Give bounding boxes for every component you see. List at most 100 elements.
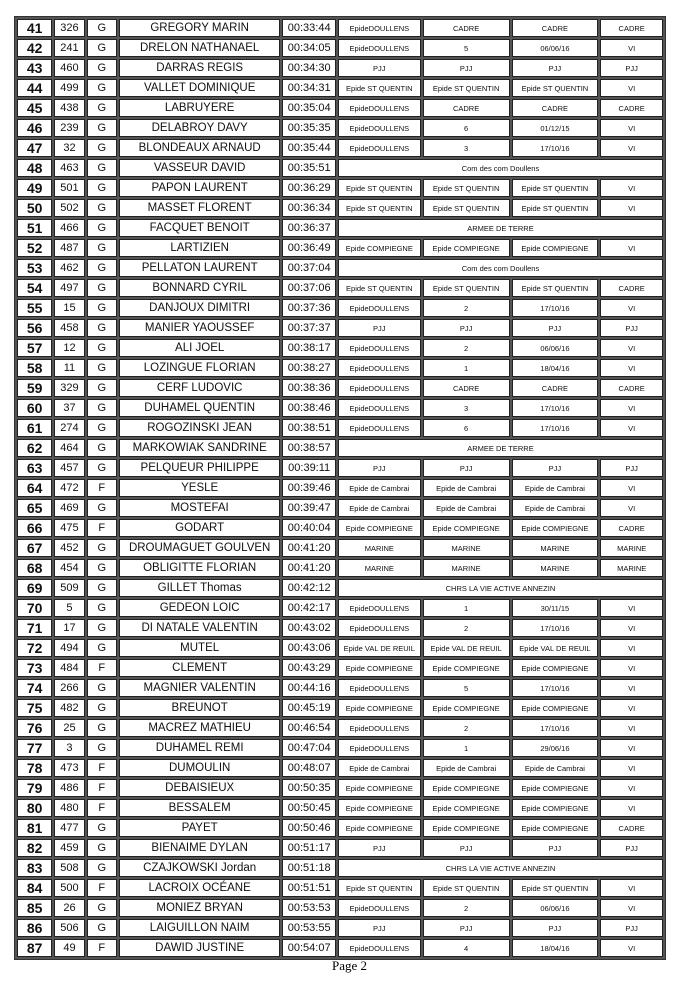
finish-time: 00:47:04 [282, 739, 336, 757]
date: Epide de Cambrai [511, 499, 599, 517]
category: VI [600, 799, 663, 817]
category: PJJ [600, 919, 663, 937]
runner-name: PELLATON LAURENT [118, 259, 281, 277]
sex: G [86, 399, 117, 417]
runner-name: CLEMENT [118, 659, 281, 677]
category: PJJ [600, 839, 663, 857]
date: Epide de Cambrai [511, 759, 599, 777]
rank: 84 [17, 879, 53, 897]
date: 17/10/16 [511, 619, 599, 637]
table-row: 53 462 G PELLATON LAURENT 00:37:04 Com des co… [17, 259, 663, 277]
bib-number: 494 [54, 639, 85, 657]
organization: Epide COMPIEGNE [337, 779, 421, 797]
table-row: 76 25 G MACREZ MATHIEU 00:46:54 EpideDOULLENS… [17, 719, 663, 737]
bib-number: 458 [54, 319, 85, 337]
group: CADRE [422, 99, 510, 117]
table-row: 71 17 G DI NATALE VALENTIN 00:43:02 EpideDOUL… [17, 619, 663, 637]
bib-number: 26 [54, 899, 85, 917]
runner-name: LOZINGUE FLORIAN [118, 359, 281, 377]
rank: 83 [17, 859, 53, 877]
date: 29/06/16 [511, 739, 599, 757]
category: VI [600, 359, 663, 377]
table-row: 51 466 G FACQUET BENOIT 00:36:37 ARMEE DE TER… [17, 219, 663, 237]
rank: 59 [17, 379, 53, 397]
bib-number: 482 [54, 699, 85, 717]
bib-number: 11 [54, 359, 85, 377]
runner-name: GEDEON LOIC [118, 599, 281, 617]
rank: 87 [17, 939, 53, 957]
bib-number: 460 [54, 59, 85, 77]
bib-number: 5 [54, 599, 85, 617]
finish-time: 00:38:27 [282, 359, 336, 377]
rank: 78 [17, 759, 53, 777]
table-row: 86 506 G LAIGUILLON NAIM 00:53:55 PJJ PJJ PJJ PJ… [17, 919, 663, 937]
category: PJJ [600, 59, 663, 77]
sex: G [86, 839, 117, 857]
group: Epide COMPIEGNE [422, 239, 510, 257]
finish-time: 00:48:07 [282, 759, 336, 777]
organization: Epide de Cambrai [337, 479, 421, 497]
finish-time: 00:41:20 [282, 539, 336, 557]
finish-time: 00:34:31 [282, 79, 336, 97]
organization: EpideDOULLENS [337, 599, 421, 617]
sex: G [86, 919, 117, 937]
date: Epide VAL DE REUIL [511, 639, 599, 657]
group: Epide de Cambrai [422, 499, 510, 517]
organization: EpideDOULLENS [337, 339, 421, 357]
sex: G [86, 39, 117, 57]
organization: EpideDOULLENS [337, 939, 421, 957]
date: 18/04/16 [511, 359, 599, 377]
finish-time: 00:40:04 [282, 519, 336, 537]
runner-name: CZAJKOWSKI Jordan [118, 859, 281, 877]
sex: G [86, 19, 117, 37]
group: Epide COMPIEGNE [422, 819, 510, 837]
runner-name: LABRUYERE [118, 99, 281, 117]
date: Epide ST QUENTIN [511, 199, 599, 217]
finish-time: 00:42:17 [282, 599, 336, 617]
runner-name: BONNARD CYRIL [118, 279, 281, 297]
sex: G [86, 459, 117, 477]
organization: MARINE [337, 539, 421, 557]
organization: Epide COMPIEGNE [337, 519, 421, 537]
category: CADRE [600, 379, 663, 397]
category: VI [600, 739, 663, 757]
category: VI [600, 599, 663, 617]
runner-name: ALI JOEL [118, 339, 281, 357]
sex: F [86, 659, 117, 677]
date: Epide COMPIEGNE [511, 239, 599, 257]
date: PJJ [511, 319, 599, 337]
category: VI [600, 759, 663, 777]
organization: EpideDOULLENS [337, 99, 421, 117]
group: PJJ [422, 459, 510, 477]
table-row: 74 266 G MAGNIER VALENTIN 00:44:16 EpideDOULL… [17, 679, 663, 697]
runner-name: PAPON LAURENT [118, 179, 281, 197]
sex: G [86, 559, 117, 577]
group: 2 [422, 619, 510, 637]
table-row: 73 484 F CLEMENT 00:43:29 Epide COMPIEGNE Epid… [17, 659, 663, 677]
finish-time: 00:50:45 [282, 799, 336, 817]
group: Epide de Cambrai [422, 479, 510, 497]
bib-number: 499 [54, 79, 85, 97]
rank: 65 [17, 499, 53, 517]
sex: G [86, 739, 117, 757]
organization: Epide ST QUENTIN [337, 279, 421, 297]
organization-merged: ARMEE DE TERRE [337, 219, 663, 237]
sex: G [86, 259, 117, 277]
finish-time: 00:44:16 [282, 679, 336, 697]
group: CADRE [422, 379, 510, 397]
category: VI [600, 419, 663, 437]
sex: F [86, 519, 117, 537]
rank: 51 [17, 219, 53, 237]
organization: EpideDOULLENS [337, 359, 421, 377]
page-number: Page 2 [331, 958, 368, 973]
finish-time: 00:51:18 [282, 859, 336, 877]
table-row: 80 480 F BESSALEM 00:50:45 Epide COMPIEGNE Epi… [17, 799, 663, 817]
bib-number: 480 [54, 799, 85, 817]
sex: G [86, 339, 117, 357]
bib-number: 501 [54, 179, 85, 197]
sex: G [86, 499, 117, 517]
bib-number: 15 [54, 299, 85, 317]
runner-name: DEBAISIEUX [118, 779, 281, 797]
bib-number: 502 [54, 199, 85, 217]
rank: 68 [17, 559, 53, 577]
